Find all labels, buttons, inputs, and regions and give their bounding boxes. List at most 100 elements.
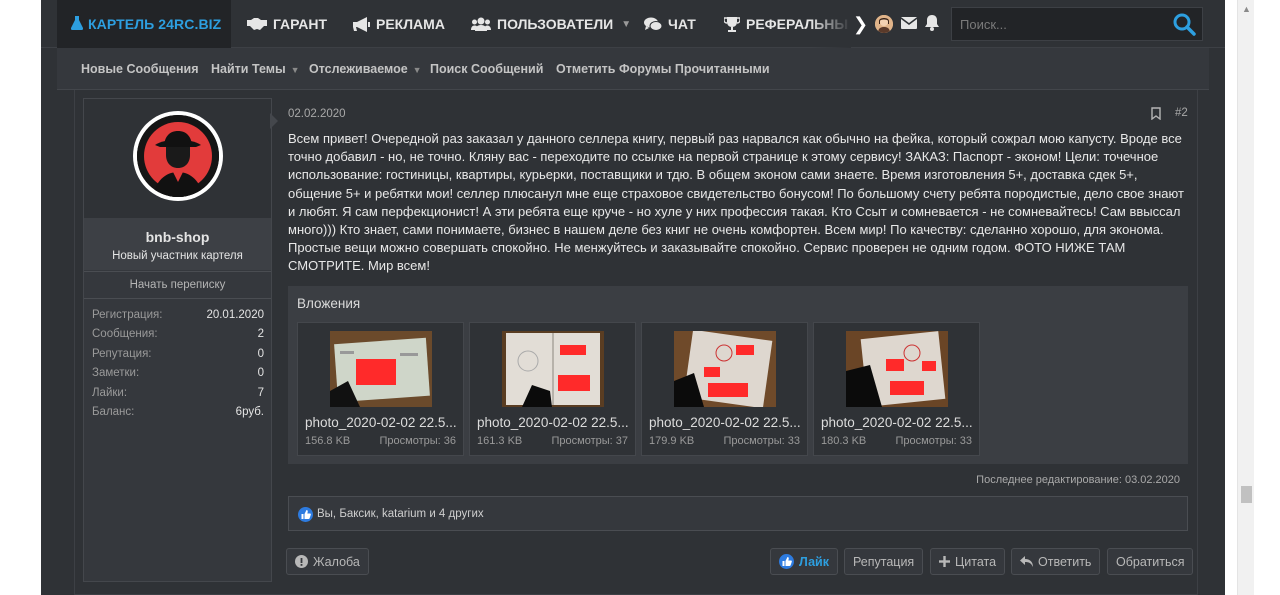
attachment-filename[interactable]: photo_2020-02-02 22.5... [477,415,633,430]
stat-row: Заметки: 0 [92,367,264,386]
post-main: 02.02.2020 #2 Всем привет! Очередной раз… [286,90,1194,595]
attachment-thumbnail[interactable] [330,331,432,407]
stat-value: 2 [257,328,264,341]
nav-item-users[interactable]: ПОЛЬЗОВАТЕЛИ ▼ [471,0,631,48]
like-icon [779,554,794,569]
bell-icon[interactable] [925,15,939,36]
report-button[interactable]: Жалоба [286,548,369,575]
user-avatar[interactable] [875,15,893,33]
contact-label: Обратиться [1116,554,1185,569]
attachment-filename[interactable]: photo_2020-02-02 22.5... [821,415,977,430]
stat-value: 20.01.2020 [206,309,264,321]
quote-button[interactable]: Цитата [930,548,1006,575]
nav-item-label: ГАРАНТ [273,16,328,32]
attachment-tile[interactable]: photo_2020-02-02 22.5... 180.3 KB Просмо… [813,322,980,456]
stat-key: Регистрация: [92,309,163,321]
stat-key: Сообщения: [92,328,158,341]
subnav-find-threads[interactable]: Найти Темы ▼ [211,62,300,76]
stat-row: Регистрация: 20.01.2020 [92,309,264,328]
site-logo[interactable]: КАРТЕЛЬ 24RC.BIZ [57,0,231,48]
attachment-views: Просмотры: 36 [379,435,457,447]
username[interactable]: bnb-shop [84,229,271,245]
avatar-area [84,99,271,218]
chevron-down-icon[interactable]: ▼ [291,65,300,75]
chevron-down-icon[interactable]: ▼ [413,65,422,75]
stat-key: Репутация: [92,347,152,360]
reputation-button[interactable]: Репутация [844,548,924,575]
reactions-bar[interactable]: Вы, Баксик, katarium и 4 других [288,496,1188,531]
quote-label: Цитата [955,554,997,569]
attachment-views: Просмотры: 37 [551,435,629,447]
stat-row: Баланс: 6руб. [92,406,264,425]
alert-icon [295,555,308,568]
stat-value: 0 [257,367,264,380]
attachment-tile[interactable]: photo_2020-02-02 22.5... 179.9 KB Просмо… [641,322,808,456]
attachment-views: Просмотры: 33 [723,435,801,447]
nav-item-garant[interactable]: ГАРАНТ [247,0,327,48]
user-panel: bnb-shop Новый участник картеля Начать п… [83,98,278,582]
sub-navigation: Новые Сообщения Найти Темы ▼ Отслеживаемо… [57,48,1209,90]
search-icon[interactable] [1172,12,1196,41]
nav-item-label: ЧАТ [668,16,696,32]
attachment-tile[interactable]: photo_2020-02-02 22.5... 161.3 KB Просмо… [469,322,636,456]
nav-item-reklama[interactable]: РЕКЛАМА [353,0,445,48]
attachment-size: 179.9 KB [649,435,695,447]
like-reaction-icon [298,507,313,527]
post-number[interactable]: #2 [1175,107,1188,119]
nav-overflow-fade [811,0,851,48]
nav-item-chat[interactable]: ЧАТ [644,0,696,48]
stat-key: Баланс: [92,405,135,418]
scrollbar-thumb[interactable] [1241,486,1252,503]
chevron-right-icon[interactable]: ❯ [853,14,868,35]
subnav-mark-read[interactable]: Отметить Форумы Прочитанными [556,62,770,76]
subnav-watched[interactable]: Отслеживаемое ▼ [309,62,422,76]
attachment-tile[interactable]: photo_2020-02-02 22.5... 156.8 KB Просмо… [297,322,464,456]
reactions-summary[interactable]: Вы, Баксик, katarium и 4 других [317,508,484,520]
attachment-thumbnail[interactable] [674,331,776,407]
report-label: Жалоба [313,554,360,569]
attachments-title: Вложения [297,296,361,311]
mail-icon[interactable] [900,16,918,34]
chevron-down-icon[interactable]: ▼ [621,19,631,30]
reply-button[interactable]: Ответить [1011,548,1101,575]
attachment-size: 156.8 KB [305,435,351,447]
user-panel-arrow [270,113,278,129]
nav-item-label: РЕКЛАМА [376,16,445,32]
forum-page: КАРТЕЛЬ 24RC.BIZ ГАРАНТ РЕКЛАМА ПОЛЬЗОВА… [41,0,1225,595]
user-title: Новый участник картеля [112,250,243,262]
vertical-scrollbar[interactable]: ▲ [1237,0,1254,595]
search-box [951,7,1203,41]
scroll-up-arrow-icon[interactable]: ▲ [1238,0,1255,17]
bookmark-icon[interactable] [1151,107,1161,125]
attachment-thumbnail[interactable] [502,331,604,407]
stat-row: Репутация: 0 [92,348,264,367]
post-body: Всем привет! Очередной раз заказал у дан… [288,131,1184,274]
stat-key: Заметки: [92,367,140,380]
subnav-find-threads-label: Найти Темы [211,62,286,76]
stat-value: 7 [257,386,264,399]
search-input[interactable] [952,8,1162,40]
users-icon [471,17,491,31]
attachment-filename[interactable]: photo_2020-02-02 22.5... [649,415,805,430]
attachments-block: Вложения photo_2020-02-02 22.5... 156.8 … [288,286,1188,464]
user-avatar-large[interactable] [133,111,223,201]
nav-item-label: ПОЛЬЗОВАТЕЛИ [497,16,614,32]
post-date[interactable]: 02.02.2020 [288,108,346,120]
subnav-watched-label: Отслеживаемое [309,62,408,76]
reply-icon [1020,556,1033,567]
stat-key: Лайки: [92,386,128,399]
reputation-label: Репутация [853,554,915,569]
start-conversation-button[interactable]: Начать переписку [84,271,271,299]
like-label: Лайк [799,554,829,569]
stat-row: Сообщения: 2 [92,328,264,347]
attachment-thumbnail[interactable] [846,331,948,407]
like-button[interactable]: Лайк [770,548,838,575]
attachment-filename[interactable]: photo_2020-02-02 22.5... [305,415,461,430]
plus-icon [939,556,950,567]
megaphone-icon [353,16,370,32]
subnav-new-posts[interactable]: Новые Сообщения [81,62,199,76]
contact-button[interactable]: Обратиться [1107,548,1194,575]
subnav-search-posts[interactable]: Поиск Сообщений [430,62,543,76]
site-logo-text: КАРТЕЛЬ 24RC.BIZ [88,16,222,32]
attachment-size: 180.3 KB [821,435,867,447]
